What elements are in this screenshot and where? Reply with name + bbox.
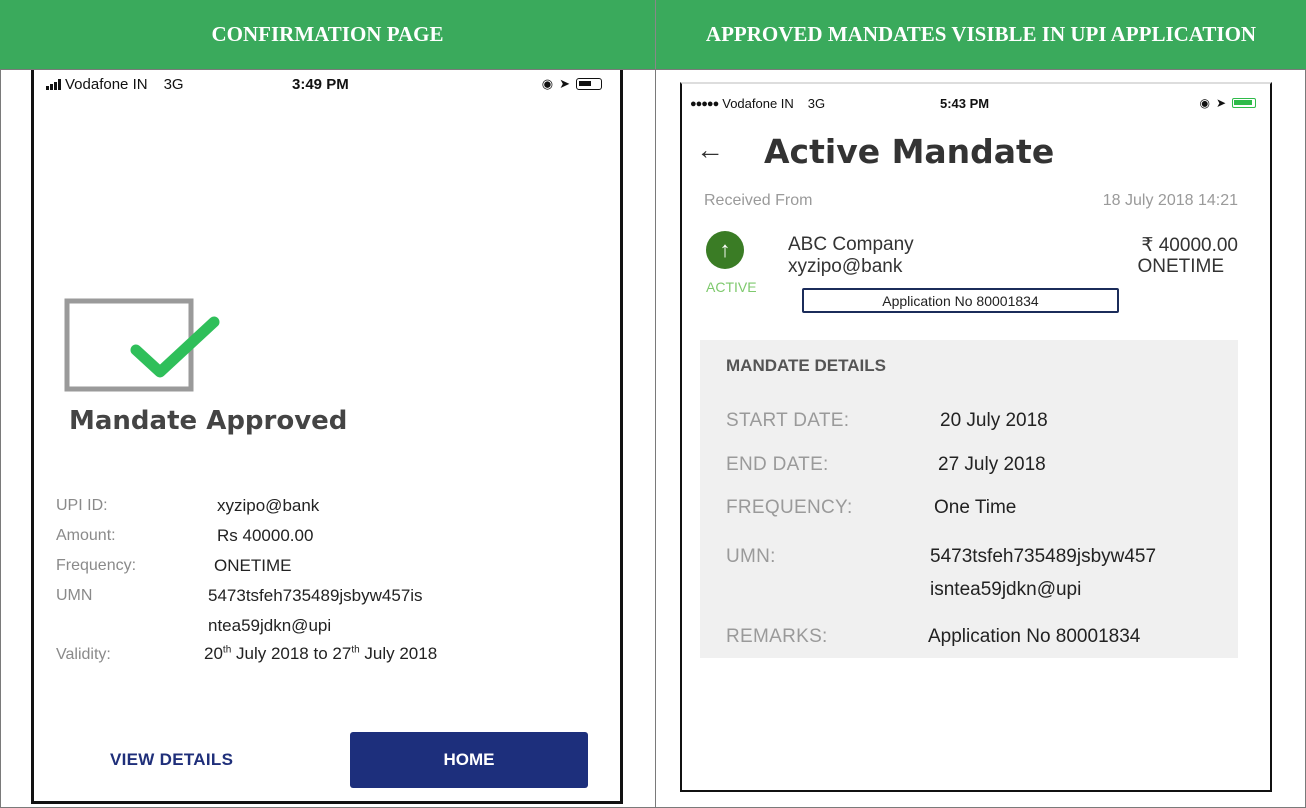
status-bar-time: 3:49 PM	[292, 76, 349, 93]
frequency-label: Frequency:	[56, 557, 137, 574]
frequency-value: One Time	[934, 497, 1017, 518]
end-date-label: END DATE:	[726, 454, 829, 475]
active-mandate-title: Active Mandate	[764, 132, 1055, 171]
start-date-value: 20 July 2018	[940, 410, 1048, 431]
validity-end-day: 27	[332, 644, 352, 663]
location-arrow-icon: ➤	[1215, 96, 1226, 110]
payee-upi: xyzipo@bank	[788, 256, 903, 277]
umn-label: UMN:	[726, 546, 776, 567]
umn-value-line1: 5473tsfeh735489jsbyw457	[930, 546, 1157, 567]
received-from-label: Received From	[704, 192, 813, 209]
header-approved-mandates: APPROVED MANDATES VISIBLE IN UPI APPLICA…	[656, 0, 1306, 69]
battery-charging-icon	[1232, 98, 1256, 108]
arrow-left-icon[interactable]: ←	[696, 134, 724, 166]
mandate-approved-title: Mandate Approved	[69, 406, 348, 436]
umn-value-line1: 5473tsfeh735489jsbyw457is	[208, 586, 423, 605]
network-type: 3G	[163, 76, 184, 93]
confirmation-screen: Vodafone IN 3G 3:49 PM ◉ ➤ Mandate Appro…	[31, 70, 623, 804]
mandate-details-heading: MANDATE DETAILS	[726, 356, 886, 375]
umn-value-line2: ntea59jdkn@upi	[208, 616, 332, 635]
upi-id-value: xyzipo@bank	[217, 496, 320, 515]
home-button[interactable]: HOME	[350, 732, 588, 788]
frequency-label: FREQUENCY:	[726, 497, 853, 518]
battery-icon	[576, 78, 602, 90]
umn-value-line2: isntea59jdkn@upi	[930, 579, 1082, 600]
carrier-name: Vodafone IN	[722, 96, 794, 111]
view-details-button[interactable]: VIEW DETAILS	[110, 750, 233, 770]
remarks-label: REMARKS:	[726, 626, 828, 647]
mandate-amount: ₹ 40000.00	[1141, 235, 1238, 256]
arrow-up-icon: ↑	[706, 231, 744, 269]
active-mandate-screen: ●●●●● Vodafone IN 3G 5:43 PM ◉ ➤ ← Activ…	[680, 82, 1272, 792]
application-number-box: Application No 80001834	[802, 288, 1119, 313]
status-bar-carrier: Vodafone IN 3G	[46, 76, 184, 93]
status-bar-time: 5:43 PM	[940, 96, 990, 111]
payee-name: ABC Company	[788, 234, 914, 255]
validity-end: July 2018	[359, 644, 438, 663]
carrier-name: Vodafone IN	[65, 76, 148, 93]
signal-icon	[46, 79, 61, 90]
column-divider	[655, 69, 656, 808]
frequency-value: ONETIME	[214, 556, 292, 575]
umn-label: UMN	[56, 587, 93, 604]
amount-value: Rs 40000.00	[217, 526, 314, 545]
status-bar-carrier: ●●●●● Vodafone IN 3G	[690, 96, 825, 111]
checkmark-icon	[64, 298, 220, 392]
header-confirmation-page: CONFIRMATION PAGE	[0, 0, 656, 69]
validity-end-suffix: th	[351, 644, 360, 656]
network-type: 3G	[807, 96, 826, 111]
status-badge: ACTIVE	[706, 279, 757, 295]
validity-value: 20th July 2018 to 27th July 2018	[204, 644, 437, 664]
start-date-label: START DATE:	[726, 410, 850, 431]
validity-start-suffix: th	[222, 644, 232, 656]
signal-dots-icon: ●●●●●	[690, 97, 719, 110]
status-bar-icons: ◉ ➤	[542, 76, 602, 92]
validity-label: Validity:	[56, 646, 111, 663]
mandate-type: ONETIME	[1137, 256, 1224, 277]
location-arrow-icon: ➤	[559, 76, 570, 91]
received-date: 18 July 2018 14:21	[1102, 192, 1238, 209]
validity-middle: July 2018 to	[231, 644, 333, 663]
orientation-lock-icon: ◉	[1199, 96, 1210, 110]
mandate-details-panel: MANDATE DETAILS START DATE: 20 July 2018…	[700, 340, 1238, 658]
end-date-value: 27 July 2018	[938, 454, 1046, 475]
orientation-lock-icon: ◉	[541, 76, 554, 91]
validity-start-day: 20	[204, 644, 223, 663]
upi-id-label: UPI ID:	[56, 497, 108, 514]
amount-label: Amount:	[56, 527, 116, 544]
remarks-value: Application No 80001834	[928, 626, 1141, 647]
status-bar-icons: ◉ ➤	[1199, 96, 1256, 110]
